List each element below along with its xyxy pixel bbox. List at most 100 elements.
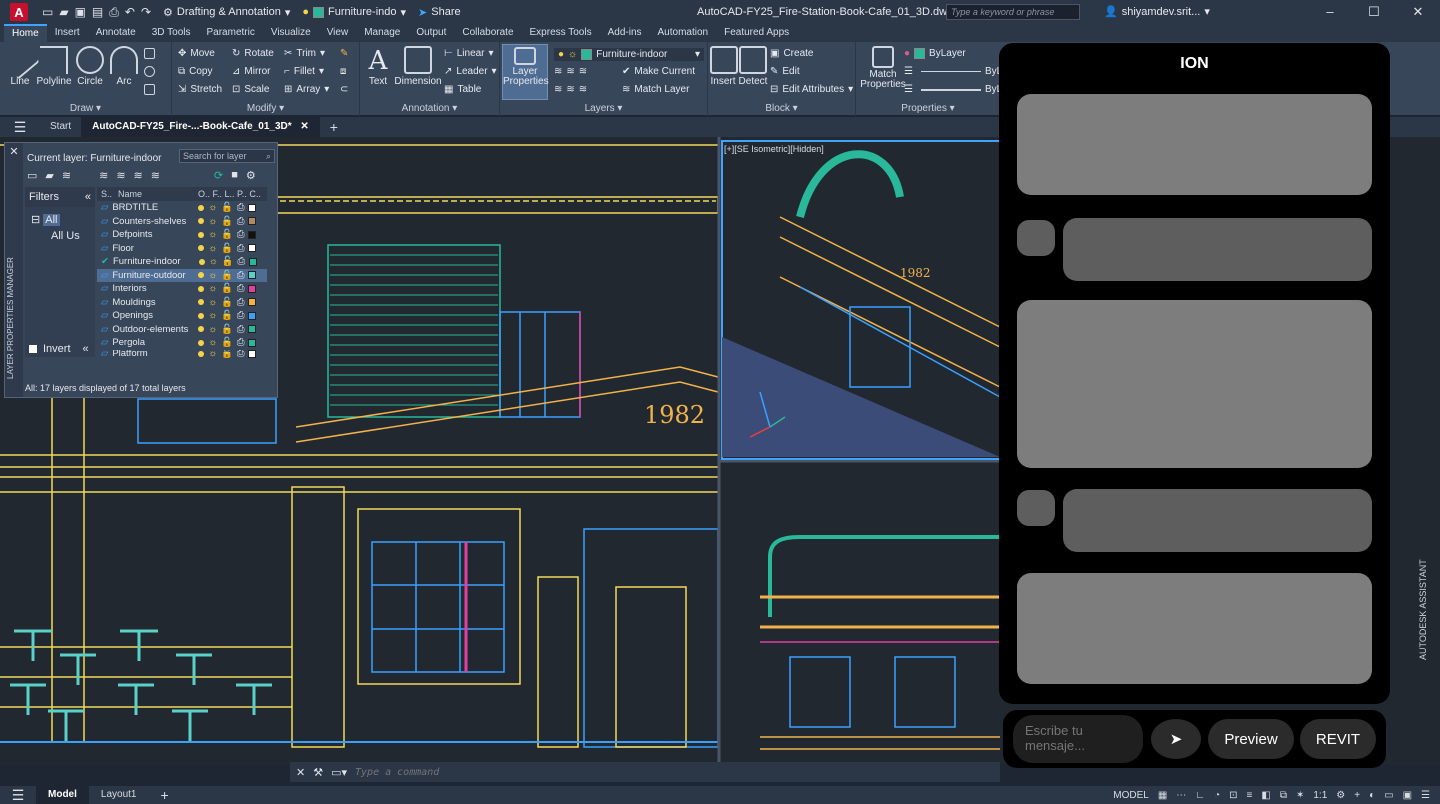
make-current-button[interactable]: ✔ Make Current [622,66,695,77]
command-input[interactable] [355,766,956,778]
text-button[interactable]: A Text [364,46,392,87]
menu-icon[interactable]: ☰ [0,119,40,136]
layer-tool-icon[interactable]: ≋ [566,66,574,77]
set-current-icon[interactable]: ≋ [151,169,160,182]
tab-parametric[interactable]: Parametric [198,24,262,42]
collapse-icon[interactable]: « [85,191,91,203]
block-panel-title[interactable]: Block ▾ [708,103,855,114]
delete-layer-icon[interactable]: ≋ [134,169,143,182]
arc-button[interactable]: Arc [110,46,138,87]
transparency-icon[interactable]: ◧ [1261,790,1270,801]
tab-manage[interactable]: Manage [356,24,408,42]
layer-row[interactable]: ▱ Defpoints ☼ 🔓 ⎙ [97,228,267,242]
insert-button[interactable]: Insert [710,46,738,87]
filter-all-used[interactable]: All Us [25,226,95,242]
layer-row-selected[interactable]: ▱ Furniture-outdoor ☼ 🔓 ⎙ [97,268,267,282]
close-icon[interactable]: ✕ [5,145,23,158]
workspace-switcher[interactable]: ⚙ Drafting & Annotation ▾ [163,6,290,19]
stretch-button[interactable]: ⇲ Stretch [178,84,222,95]
tab-collaborate[interactable]: Collaborate [454,24,521,42]
table-button[interactable]: ▦ Table [444,84,481,95]
trim-button[interactable]: ✂ Trim ▾ [284,48,325,59]
new-filter-icon[interactable]: ▭ [27,169,37,182]
fillet-button[interactable]: ⌐ Fillet ▾ [284,66,324,77]
gear-icon[interactable]: ⚙ [1336,790,1345,801]
layer-row[interactable]: ▱ Floor ☼ 🔓 ⎙ [97,242,267,256]
refresh-icon[interactable]: ⟳ [214,169,223,182]
copy-button[interactable]: ⧉ Copy [178,66,213,77]
active-document-tab[interactable]: AutoCAD-FY25_Fire-...-Book-Cafe_01_3D* ✕ [82,117,320,137]
lineweight-icon[interactable]: ≡ [1247,790,1253,801]
open-icon[interactable]: ▰ [59,5,68,19]
tab-featured-apps[interactable]: Featured Apps [716,24,797,42]
layer-row[interactable]: ▱ Interiors ☼ 🔓 ⎙ [97,282,267,296]
layer-row-current[interactable]: ✔ Furniture-indoor ☼ 🔓 ⎙ [97,255,267,269]
layer-tool-icon[interactable]: ≋ [579,66,587,77]
explode-button[interactable]: ⧈ [340,66,346,77]
wrench-icon[interactable]: ⚒ [313,766,323,779]
new-icon[interactable]: ▭ [42,5,53,19]
array-button[interactable]: ⊞ Array ▾ [284,84,329,95]
circle-button[interactable]: Circle [76,46,104,87]
snap-icon[interactable]: ⋯ [1176,790,1186,801]
undo-icon[interactable]: ↶ [125,5,135,19]
tab-3d-tools[interactable]: 3D Tools [144,24,199,42]
dimension-button[interactable]: Dimension [394,46,442,87]
layout1-tab[interactable]: Layout1 [89,786,149,804]
scale-button[interactable]: ⊡ Scale [232,84,269,95]
quick-layer-dropdown[interactable]: ● Furniture-indo ▾ [302,6,406,19]
hatch-button[interactable] [144,84,155,95]
model-space-toggle[interactable]: MODEL [1113,790,1149,801]
menu-icon[interactable]: ☰ [0,787,36,804]
detect-button[interactable]: Detect [738,46,768,87]
edit-attributes-button[interactable]: ⊟ Edit Attributes ▾ [770,84,853,95]
share-button[interactable]: ➤ Share [418,6,461,19]
draw-panel-title[interactable]: Draw ▾ [0,103,171,114]
modify-panel-title[interactable]: Modify ▾ [172,103,359,114]
grid-icon[interactable]: ▦ [1158,790,1167,801]
osnap-icon[interactable]: ⊡ [1229,790,1237,801]
collapse-icon[interactable]: « [83,343,89,355]
maximize-icon[interactable]: ☐ [1352,0,1396,24]
layer-row[interactable]: ▱ Pergola ☼ 🔓 ⎙ [97,336,267,350]
tab-express-tools[interactable]: Express Tools [522,24,600,42]
message-input[interactable] [1013,715,1143,763]
palette-sidebar[interactable]: ✕ LAYER PROPERTIES MANAGER [5,143,23,397]
line-button[interactable]: Line [0,40,40,87]
rotate-button[interactable]: ↻ Rotate [232,48,274,59]
layer-row[interactable]: ▱ Outdoor-elements ☼ 🔓 ⎙ [97,323,267,337]
model-tab[interactable]: Model [36,786,89,804]
match-layer-button[interactable]: ≋ Match Layer [622,84,689,95]
linear-button[interactable]: ⊢ Linear ▾ [444,48,494,59]
preview-button[interactable]: Preview [1208,719,1294,759]
redo-icon[interactable]: ↷ [141,5,151,19]
autocad-logo-icon[interactable]: A [10,3,28,21]
layer-row[interactable]: ▱ Openings ☼ 🔓 ⎙ [97,309,267,323]
layer-search-input[interactable]: Search for layer ⌕ [179,149,275,163]
customize-icon[interactable]: ☰ [1421,790,1430,801]
viewport-label[interactable]: [+][SE Isometric][Hidden] [724,144,824,154]
save-icon[interactable]: ▣ [75,5,86,19]
polyline-button[interactable]: Polyline [34,46,74,87]
close-icon[interactable]: ✕ [1396,0,1440,24]
print-icon[interactable]: ⎙ [109,5,119,20]
offset-button[interactable]: ⊂ [340,84,348,95]
revit-button[interactable]: REVIT [1300,719,1376,759]
settings-icon[interactable]: ⚙ [246,169,256,182]
tab-output[interactable]: Output [408,24,454,42]
layer-row[interactable]: ▱ Counters-shelves ☼ 🔓 ⎙ [97,215,267,229]
layers-panel-title[interactable]: Layers ▾ [500,103,707,114]
layer-tool-icon[interactable]: ≋ [554,84,562,95]
send-button[interactable]: ➤ [1151,719,1201,759]
move-button[interactable]: ✥ Move [178,48,215,59]
tab-visualize[interactable]: Visualize [263,24,319,42]
layer-row[interactable]: ▱ Platform ☼ 🔓 ⎙ [97,349,267,358]
match-properties-button[interactable]: Match Properties [860,46,906,90]
isolate-icon[interactable]: ◐ [1369,790,1375,801]
annotation-scale[interactable]: 1:1 [1313,790,1327,801]
mirror-button[interactable]: ⊿ Mirror [232,66,271,77]
new-layer-icon[interactable]: ≋ [99,169,108,182]
invert-filter-checkbox[interactable]: Invert « [29,343,89,355]
layer-tool-icon[interactable]: ≋ [579,84,587,95]
state-manager-icon[interactable]: ≋ [62,169,71,182]
